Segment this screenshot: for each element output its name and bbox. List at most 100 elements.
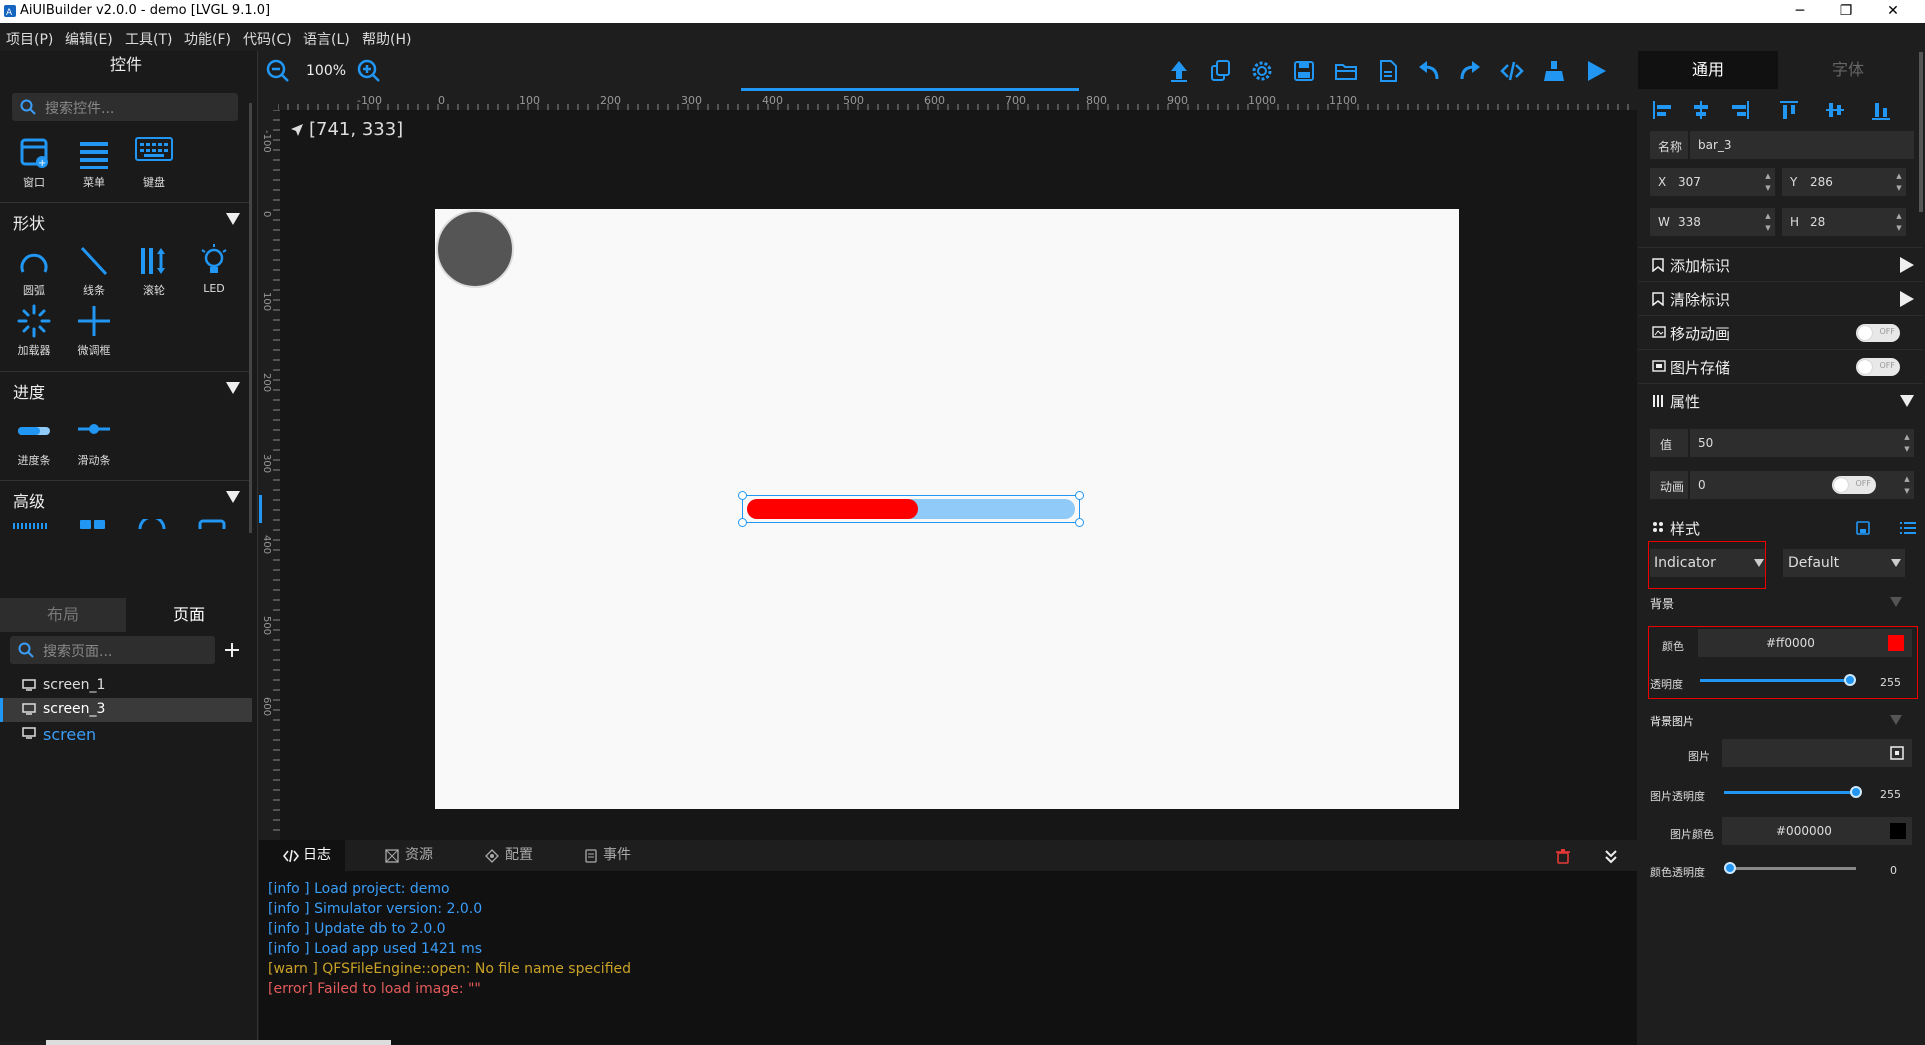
image-cache-toggle[interactable]: OFF xyxy=(1856,358,1900,376)
undo-icon[interactable] xyxy=(1417,59,1441,83)
resize-handle-br[interactable] xyxy=(1075,518,1084,527)
image-picker-icon[interactable] xyxy=(1890,746,1904,760)
menu-help[interactable]: 帮助(H) xyxy=(362,29,411,49)
horizontal-scrollbar[interactable] xyxy=(46,1040,391,1045)
screen-preview[interactable] xyxy=(435,209,1459,809)
tool-bar[interactable]: 进度条 xyxy=(6,414,62,468)
tool-slider[interactable]: 滑动条 xyxy=(66,414,122,468)
move-anim-label: 移动动画 xyxy=(1670,325,1731,343)
tool-arc[interactable]: 圆弧 xyxy=(6,244,62,298)
page-search-input[interactable]: 搜索页面... xyxy=(10,636,215,664)
img-opacity-slider[interactable] xyxy=(1724,785,1874,801)
value-spinner-icon[interactable]: ▲ ▼ xyxy=(1902,431,1912,455)
shape-section-header[interactable]: 形状 xyxy=(0,202,252,236)
props-section-header[interactable]: 属性 xyxy=(1638,383,1923,417)
menu-code[interactable]: 代码(C) xyxy=(243,29,292,49)
anim-spinner-icon[interactable]: ▲ ▼ xyxy=(1902,473,1912,497)
upload-icon[interactable] xyxy=(1167,59,1191,83)
h-field[interactable]: H 28 ▲ ▼ xyxy=(1782,208,1906,236)
tab-general[interactable]: 通用 xyxy=(1638,51,1778,89)
tool-spinner[interactable]: 加载器 xyxy=(6,304,62,358)
opacity-slider[interactable] xyxy=(1700,673,1868,689)
zoom-out-icon[interactable] xyxy=(266,59,290,83)
img-field[interactable] xyxy=(1722,739,1912,767)
collapse-icon[interactable] xyxy=(1890,597,1902,607)
menu-edit[interactable]: 编辑(E) xyxy=(65,29,113,49)
collapse-panel-icon[interactable] xyxy=(1603,848,1619,864)
tab-layout[interactable]: 布局 xyxy=(0,598,126,632)
open-folder-icon[interactable] xyxy=(1334,59,1358,83)
list-icon[interactable] xyxy=(1900,521,1916,535)
page-item-screen-3[interactable]: screen_3 xyxy=(0,698,252,722)
tool-menu[interactable]: 菜单 xyxy=(66,136,122,190)
clear-flag-row[interactable]: 清除标识 xyxy=(1638,281,1923,315)
anim-toggle[interactable]: OFF xyxy=(1832,476,1876,494)
advanced-section-header[interactable]: 高级 xyxy=(0,480,252,514)
widget-panel-scrollbar[interactable] xyxy=(249,103,252,533)
img-opacity-slider-knob[interactable] xyxy=(1850,786,1862,798)
window-title: AiUIBuilder v2.0.0 - demo [LVGL 9.1.0] xyxy=(20,3,271,18)
color-opacity-slider[interactable] xyxy=(1724,861,1874,877)
tab-font[interactable]: 字体 xyxy=(1778,51,1918,89)
color-swatch[interactable] xyxy=(1888,635,1904,651)
led-widget[interactable] xyxy=(436,210,514,288)
tool-spinbox[interactable]: 微调框 xyxy=(66,304,122,358)
bar-widget-selected[interactable] xyxy=(738,491,1084,527)
resize-handle-tl[interactable] xyxy=(738,491,747,500)
minimize-button[interactable]: ─ xyxy=(1777,0,1823,23)
advanced-partial-icons xyxy=(13,519,226,529)
tool-keyboard[interactable]: 键盘 xyxy=(126,136,182,190)
trash-icon[interactable] xyxy=(1555,848,1571,864)
resize-handle-tr[interactable] xyxy=(1075,491,1084,500)
progress-section-header[interactable]: 进度 xyxy=(0,371,252,405)
menu-project[interactable]: 项目(P) xyxy=(6,29,53,49)
page-item-screen-1[interactable]: screen_1 xyxy=(0,674,252,698)
value-field[interactable]: 值 50 ▲ ▼ xyxy=(1650,429,1914,457)
move-anim-toggle[interactable]: OFF xyxy=(1856,324,1900,342)
anim-field[interactable]: 动画 0 OFF ▲ ▼ xyxy=(1650,471,1914,499)
tool-led[interactable]: LED xyxy=(186,244,242,295)
redo-icon[interactable] xyxy=(1458,59,1482,83)
tool-window[interactable]: + 窗口 xyxy=(6,136,62,190)
ruler-label: 0 xyxy=(438,94,445,107)
zoom-in-icon[interactable] xyxy=(357,59,381,83)
menu-tools[interactable]: 工具(T) xyxy=(125,29,172,49)
widget-search-input[interactable]: 搜索控件... xyxy=(12,93,238,121)
menu-language[interactable]: 语言(L) xyxy=(303,29,350,49)
close-window-button[interactable]: ✕ xyxy=(1870,0,1916,23)
h-spinner-icon[interactable]: ▲ ▼ xyxy=(1894,210,1904,234)
color-opacity-slider-knob[interactable] xyxy=(1724,862,1736,874)
opacity-slider-knob[interactable] xyxy=(1844,674,1856,686)
resize-handle-bl[interactable] xyxy=(738,518,747,527)
w-spinner-icon[interactable]: ▲ ▼ xyxy=(1763,210,1773,234)
property-panel-scrollbar[interactable] xyxy=(1919,52,1923,212)
page-item-screen[interactable]: screen xyxy=(0,722,252,746)
collapse-icon[interactable] xyxy=(1890,715,1902,725)
tool-roller[interactable]: 滚轮 xyxy=(126,244,182,298)
save-style-icon[interactable] xyxy=(1856,521,1870,535)
menu-function[interactable]: 功能(F) xyxy=(184,29,231,49)
new-file-icon[interactable] xyxy=(1376,59,1400,83)
x-spinner-icon[interactable]: ▲ ▼ xyxy=(1763,170,1773,194)
tab-log[interactable]: 日志 xyxy=(259,840,345,871)
y-field[interactable]: Y 286 ▲ ▼ xyxy=(1782,168,1906,196)
add-flag-row[interactable]: 添加标识 xyxy=(1638,247,1923,281)
img-color-field[interactable]: #000000 xyxy=(1722,817,1912,845)
maximize-button[interactable]: ❐ xyxy=(1823,0,1869,23)
color-field[interactable]: #ff0000 xyxy=(1698,629,1912,657)
copy-icon[interactable] xyxy=(1209,59,1233,83)
code-icon[interactable] xyxy=(1500,59,1524,83)
add-page-icon[interactable] xyxy=(224,642,240,658)
tool-line[interactable]: 线条 xyxy=(66,244,122,298)
img-color-swatch[interactable] xyxy=(1890,823,1906,839)
name-field[interactable]: 名称 bar_3 xyxy=(1650,131,1914,159)
tab-pages[interactable]: 页面 xyxy=(126,598,252,632)
clean-icon[interactable] xyxy=(1542,59,1566,83)
x-field[interactable]: X 307 ▲ ▼ xyxy=(1650,168,1775,196)
y-spinner-icon[interactable]: ▲ ▼ xyxy=(1894,170,1904,194)
run-icon[interactable] xyxy=(1584,59,1608,83)
settings-icon[interactable] xyxy=(1250,59,1274,83)
state-select[interactable]: Default xyxy=(1783,549,1905,577)
w-field[interactable]: W 338 ▲ ▼ xyxy=(1650,208,1775,236)
save-icon[interactable] xyxy=(1292,59,1316,83)
